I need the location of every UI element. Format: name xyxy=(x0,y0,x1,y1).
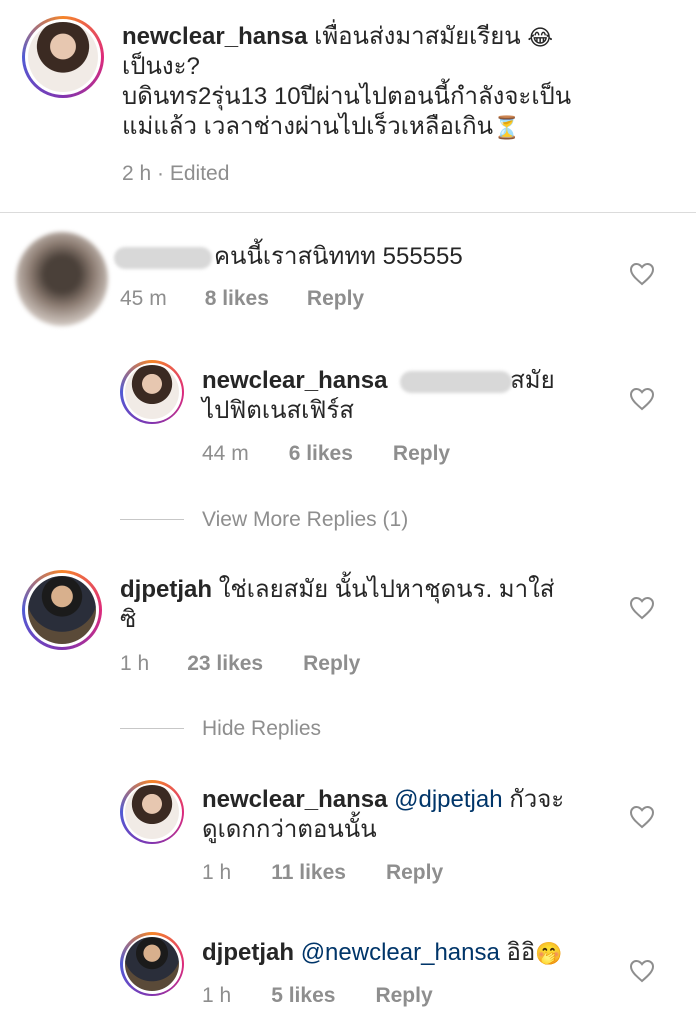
reply-r2-meta: 1 h 11 likes Reply xyxy=(202,861,443,885)
comment-time: 1 h xyxy=(202,984,232,1007)
caption-time: 2 h xyxy=(122,162,152,185)
heart-outline-icon[interactable] xyxy=(629,596,655,620)
reply-r1-meta: 44 m 6 likes Reply xyxy=(202,442,450,466)
caption-line3: บดินทร2รุ่น13 10ปีผ่านไปตอนนี้กำลังจะเป็… xyxy=(122,83,572,110)
laughing-emoji-icon: 😂 xyxy=(527,24,554,50)
comment-c2-line1: ใช่เลยสมัย นั้นไปหาชุดนร. มาใส่ xyxy=(218,576,555,603)
comment-time: 45 m xyxy=(120,287,167,310)
hide-replies-button[interactable]: Hide Replies xyxy=(202,717,321,741)
reply-r3-line1: อิอิ xyxy=(506,939,536,966)
reply-username[interactable]: newclear_hansa xyxy=(202,367,387,394)
likes-count[interactable]: 11 likes xyxy=(271,861,346,885)
heart-outline-icon[interactable] xyxy=(629,262,655,286)
reply-username[interactable]: newclear_hansa xyxy=(202,786,387,813)
caption-avatar[interactable] xyxy=(22,16,104,98)
comment-username[interactable]: djpetjah xyxy=(120,576,212,603)
caption-line1: เพื่อนส่งมาสมัยเรียน xyxy=(314,23,521,50)
comment-c1-text: คนนี้เราสนิททท 555555 xyxy=(214,243,463,270)
reply-r2-line1: กัวจะ xyxy=(509,786,565,813)
blurred-avatar[interactable] xyxy=(16,232,108,326)
likes-count[interactable]: 5 likes xyxy=(271,984,335,1008)
comment-c2-text: djpetjah ใช่เลยสมัย นั้นไปหาชุดนร. มาใส่… xyxy=(120,575,600,635)
replies-divider-line xyxy=(120,519,184,520)
mention-link[interactable]: @newclear_hansa xyxy=(301,939,500,966)
view-more-replies-button[interactable]: View More Replies (1) xyxy=(202,508,408,532)
heart-outline-icon[interactable] xyxy=(629,387,655,411)
reply-username[interactable]: djpetjah xyxy=(202,939,294,966)
reply-button[interactable]: Reply xyxy=(393,442,450,466)
mention-link[interactable]: @djpetjah xyxy=(394,786,502,813)
reply-r2-text: newclear_hansa @djpetjah กัวจะ ดูเดกกว่า… xyxy=(202,785,622,845)
reply-r1-line1: สมัย xyxy=(510,367,555,394)
reply-r2-line2: ดูเดกกว่าตอนนั้น xyxy=(202,816,377,843)
caption-edited: · Edited xyxy=(157,162,230,185)
caption-line4: แม่แล้ว เวลาช่างผ่านไปเร็วเหลือเกิน xyxy=(122,113,494,140)
comment-time: 1 h xyxy=(120,652,150,675)
hand-over-mouth-emoji-icon: 🤭 xyxy=(535,940,563,966)
comment-c1-meta: 45 m 8 likes Reply xyxy=(120,287,364,311)
reply-button[interactable]: Reply xyxy=(386,861,443,885)
comment-avatar[interactable] xyxy=(22,570,102,650)
heart-outline-icon[interactable] xyxy=(629,959,655,983)
reply-r3-text: djpetjah @newclear_hansa อิอิ🤭 xyxy=(202,938,622,968)
caption-meta: 2 h · Edited xyxy=(122,162,229,186)
heart-outline-icon[interactable] xyxy=(629,805,655,829)
reply-avatar[interactable] xyxy=(120,360,184,424)
comment-c2-meta: 1 h 23 likes Reply xyxy=(120,652,360,676)
comment-time: 1 h xyxy=(202,861,232,884)
caption-line2: เป็นงะ? xyxy=(122,53,200,80)
blurred-username[interactable] xyxy=(114,247,212,269)
replies-divider-line xyxy=(120,728,184,729)
likes-count[interactable]: 23 likes xyxy=(187,652,263,676)
reply-avatar[interactable] xyxy=(120,932,184,996)
likes-count[interactable]: 6 likes xyxy=(289,442,353,466)
hourglass-emoji-icon: ⏳ xyxy=(493,114,521,140)
reply-button[interactable]: Reply xyxy=(307,287,364,311)
reply-avatar[interactable] xyxy=(120,780,184,844)
reply-button[interactable]: Reply xyxy=(375,984,432,1008)
blurred-mention[interactable] xyxy=(400,371,512,393)
caption-text: newclear_hansa เพื่อนส่งมาสมัยเรียน 😂 เป… xyxy=(122,22,682,142)
comment-c2-line2: ซิ xyxy=(120,606,137,633)
comment-time: 44 m xyxy=(202,442,249,465)
caption-divider xyxy=(0,212,696,213)
reply-r1-line2: ไปฟิตเนสเฟิร์ส xyxy=(202,397,354,424)
likes-count[interactable]: 8 likes xyxy=(205,287,269,311)
caption-username[interactable]: newclear_hansa xyxy=(122,23,307,50)
reply-r3-meta: 1 h 5 likes Reply xyxy=(202,984,433,1008)
reply-button[interactable]: Reply xyxy=(303,652,360,676)
